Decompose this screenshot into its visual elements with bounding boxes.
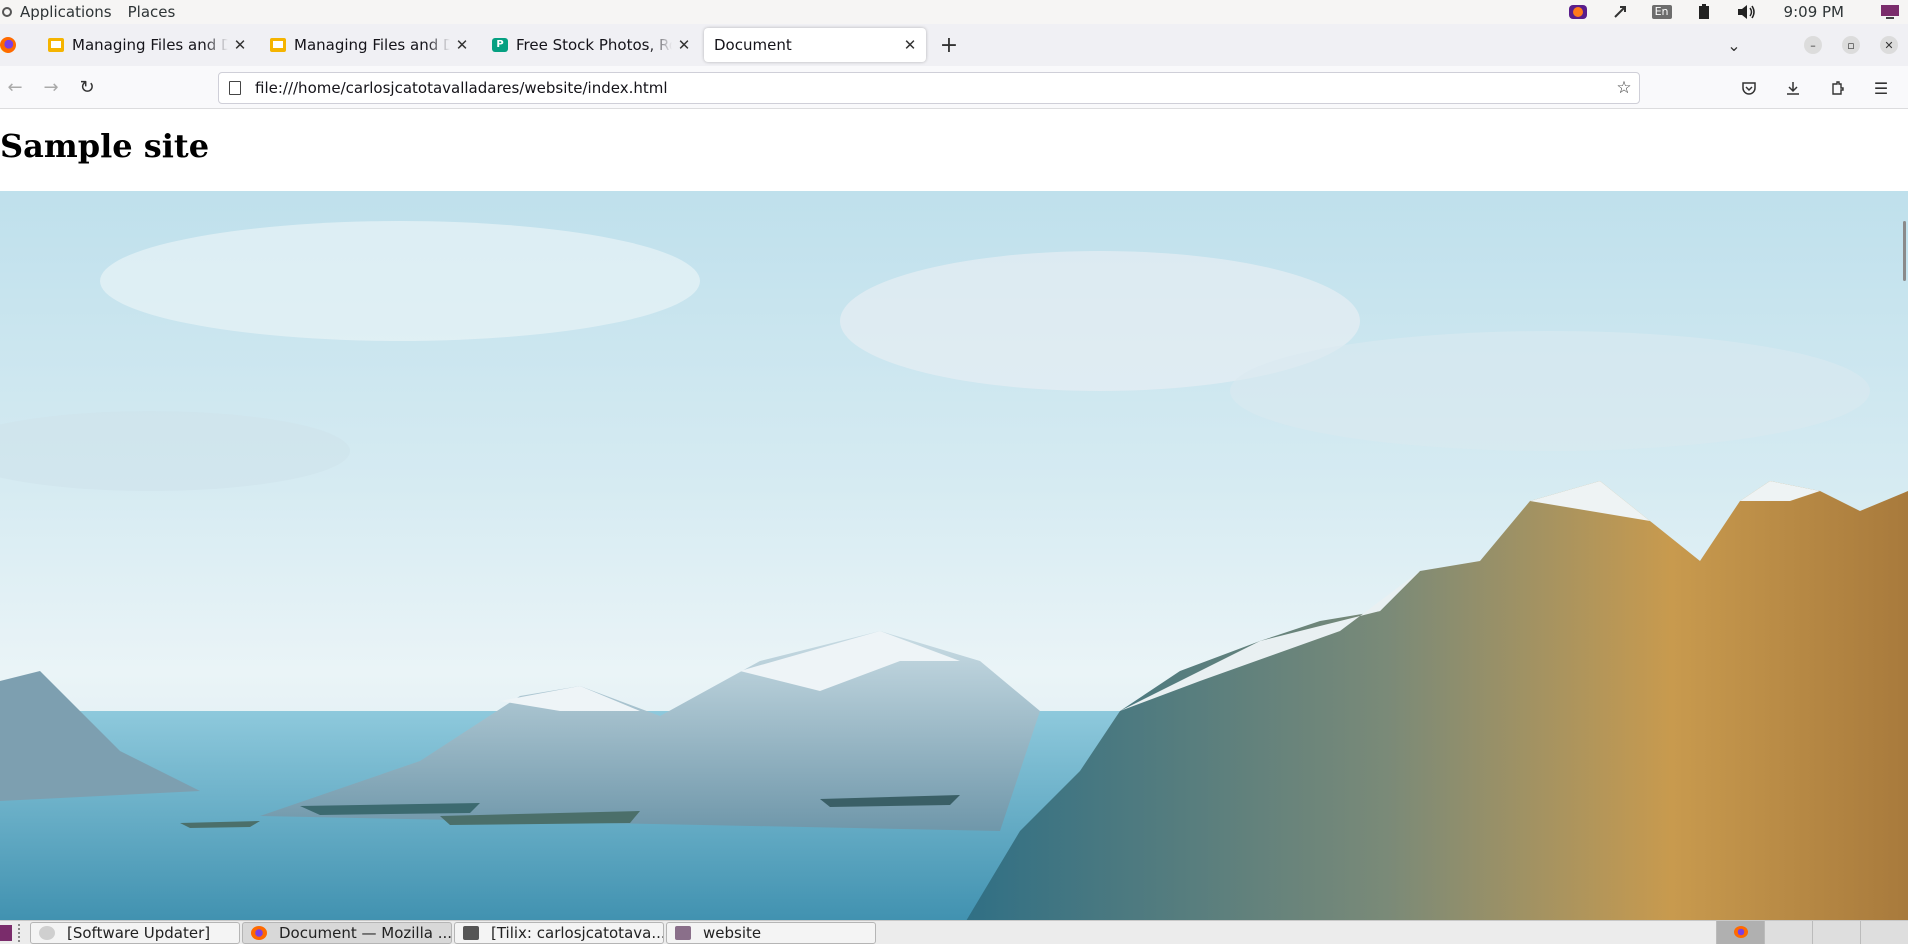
forward-button[interactable]: → bbox=[36, 72, 66, 102]
maximize-button[interactable]: ▫ bbox=[1842, 36, 1860, 54]
new-tab-button[interactable]: + bbox=[934, 30, 964, 60]
task-software-updater[interactable]: [Software Updater] bbox=[30, 921, 240, 944]
nav-bar: ← → ↻ ☆ ☰ bbox=[0, 66, 1908, 109]
task-tilix[interactable]: [Tilix: carlosjcatotava... bbox=[454, 921, 664, 944]
firefox-icon bbox=[1733, 926, 1748, 938]
tab-title: Document bbox=[714, 36, 792, 54]
workspace-2[interactable] bbox=[1764, 920, 1812, 944]
close-icon[interactable]: ✕ bbox=[676, 36, 692, 54]
firefox-view-icon[interactable] bbox=[0, 37, 16, 53]
task-label: [Software Updater] bbox=[67, 923, 211, 942]
back-button[interactable]: ← bbox=[0, 72, 30, 102]
app-menu: Applications Places bbox=[0, 0, 185, 24]
tab-strip: Managing Files and Directories ✕ Managin… bbox=[0, 24, 1908, 66]
extensions-icon[interactable] bbox=[1822, 73, 1852, 103]
task-firefox-document[interactable]: Document — Mozilla ... bbox=[242, 921, 452, 944]
window-controls: ⌄ – ▫ ✕ bbox=[1722, 36, 1908, 55]
updater-icon bbox=[39, 925, 55, 940]
tab-title: Managing Files and Directories bbox=[294, 36, 450, 54]
toolbar-right: ☰ bbox=[1734, 72, 1896, 104]
scrollbar[interactable] bbox=[1903, 221, 1906, 281]
close-window-button[interactable]: ✕ bbox=[1880, 36, 1898, 54]
page-heading: Sample site bbox=[0, 127, 210, 165]
pocket-icon[interactable] bbox=[1734, 73, 1764, 103]
show-desktop-button[interactable] bbox=[0, 924, 12, 941]
task-label: website bbox=[703, 923, 762, 942]
tab-managing-files-1[interactable]: Managing Files and Directories ✕ bbox=[38, 28, 256, 62]
url-input[interactable] bbox=[255, 79, 1609, 97]
minimize-button[interactable]: – bbox=[1804, 36, 1822, 54]
firefox-tray-icon[interactable] bbox=[1568, 4, 1588, 20]
workspace-switcher bbox=[1716, 920, 1908, 944]
close-icon[interactable]: ✕ bbox=[902, 36, 918, 54]
tab-title: Managing Files and Directories bbox=[72, 36, 228, 54]
mountain-landscape-image bbox=[0, 191, 1908, 920]
reload-button[interactable]: ↻ bbox=[72, 72, 102, 102]
user-menu-icon[interactable] bbox=[1880, 4, 1900, 20]
hamburger-menu-icon[interactable]: ☰ bbox=[1866, 73, 1896, 103]
bookmark-star-icon[interactable]: ☆ bbox=[1609, 78, 1639, 98]
terminal-icon bbox=[463, 925, 479, 940]
tab-free-stock-photos[interactable]: P Free Stock Photos, Royalty Free ✕ bbox=[482, 28, 700, 62]
close-icon[interactable]: ✕ bbox=[232, 36, 248, 54]
tab-managing-files-2[interactable]: Managing Files and Directories ✕ bbox=[260, 28, 478, 62]
task-website-folder[interactable]: website bbox=[666, 921, 876, 944]
workspace-4[interactable] bbox=[1860, 920, 1908, 944]
page-icon bbox=[229, 81, 241, 95]
pexels-icon: P bbox=[492, 38, 508, 52]
close-icon[interactable]: ✕ bbox=[454, 36, 470, 54]
workspace-3[interactable] bbox=[1812, 920, 1860, 944]
clock[interactable]: 9:09 PM bbox=[1784, 3, 1844, 21]
top-panel: Applications Places En 9:09 PM bbox=[0, 0, 1908, 24]
workspace-1[interactable] bbox=[1716, 920, 1764, 944]
firefox-icon bbox=[251, 925, 267, 940]
task-label: Document — Mozilla ... bbox=[279, 923, 452, 942]
folder-icon bbox=[675, 925, 691, 940]
tab-document[interactable]: Document ✕ bbox=[704, 28, 926, 62]
network-icon[interactable] bbox=[1610, 4, 1630, 20]
system-tray: En 9:09 PM bbox=[1568, 3, 1908, 21]
list-all-tabs-icon[interactable]: ⌄ bbox=[1722, 36, 1746, 55]
slides-icon bbox=[270, 38, 286, 52]
url-bar[interactable]: ☆ bbox=[218, 72, 1640, 104]
slides-icon bbox=[48, 38, 64, 52]
downloads-icon[interactable] bbox=[1778, 73, 1808, 103]
places-menu[interactable]: Places bbox=[122, 3, 186, 21]
taskbar-grip[interactable] bbox=[18, 923, 24, 942]
battery-icon[interactable] bbox=[1694, 4, 1714, 20]
taskbar: [Software Updater] Document — Mozilla ..… bbox=[0, 920, 1908, 944]
applications-menu[interactable]: Applications bbox=[14, 3, 122, 21]
applications-icon bbox=[2, 7, 12, 17]
keyboard-layout-indicator[interactable]: En bbox=[1651, 4, 1672, 20]
task-label: [Tilix: carlosjcatotava... bbox=[491, 923, 664, 942]
volume-icon[interactable] bbox=[1736, 4, 1756, 20]
tab-title: Free Stock Photos, Royalty Free bbox=[516, 36, 672, 54]
page-content: Sample site bbox=[0, 109, 1908, 920]
